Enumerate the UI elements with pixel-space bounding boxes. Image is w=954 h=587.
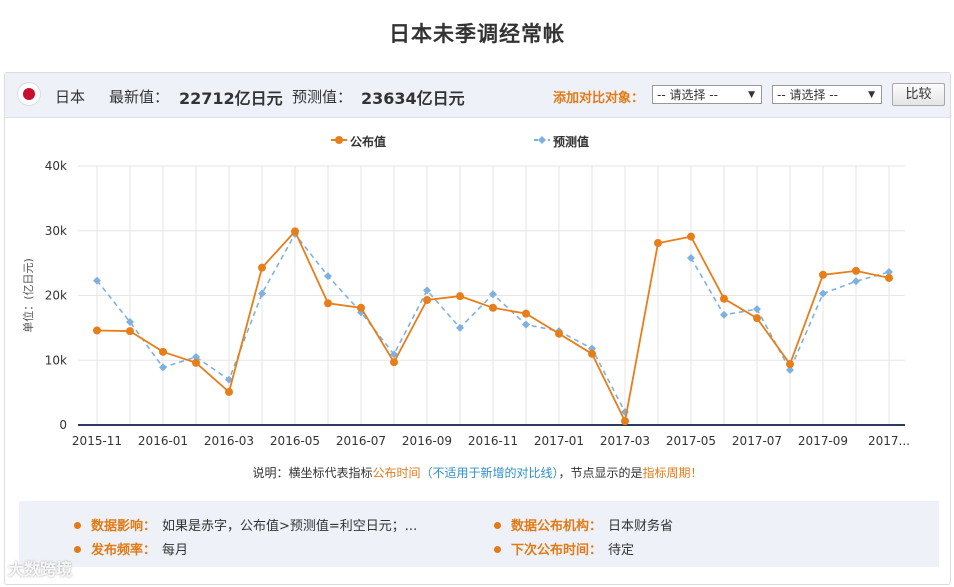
- published-point: [852, 266, 860, 275]
- line-chart: 0 10k 20k 30k 40k 2015-11 2016-01 2016-03 2016-0…: [21, 136, 910, 448]
- x-tick-label: 2017-09: [798, 434, 848, 448]
- published-point: [291, 227, 299, 236]
- published-point: [225, 387, 233, 396]
- published-point: [390, 358, 398, 367]
- forecast-point: [819, 289, 827, 298]
- published-point: [126, 327, 134, 336]
- next-value: 待定: [608, 543, 635, 558]
- forecast-point: [522, 320, 530, 329]
- x-tick-label: 2017-01: [534, 434, 584, 448]
- x-tick-label: 2017-03: [600, 434, 650, 448]
- freq-value: 每月: [162, 543, 189, 558]
- x-tick-label: 2017-07: [732, 434, 782, 448]
- y-tick-label: 10k: [45, 353, 67, 367]
- legend-forecast[interactable]: 预测值: [553, 133, 589, 150]
- forecast-point: [258, 289, 266, 298]
- page-title: 日本未季调经常帐: [389, 22, 565, 46]
- published-point: [555, 329, 563, 338]
- published-point: [522, 309, 530, 318]
- y-tick-label: 0: [59, 418, 67, 432]
- note-period: 指标周期: [642, 466, 691, 480]
- info-next-release: 下次公布时间： 待定: [494, 539, 634, 558]
- y-tick-label: 20k: [45, 289, 67, 303]
- published-point: [456, 292, 464, 301]
- published-point: [654, 239, 662, 248]
- published-point: [192, 358, 200, 367]
- info-org: 数据公布机构： 日本财务省: [494, 515, 673, 534]
- published-point: [588, 349, 596, 358]
- impact-value: 如果是赤字，公布值>预测值=利空日元；...: [162, 519, 418, 534]
- info-impact: 数据影响： 如果是赤字，公布值>预测值=利空日元；...: [74, 515, 417, 534]
- published-point: [258, 263, 266, 272]
- bullet-icon: [74, 522, 81, 529]
- x-tick-label: 2016-09: [402, 434, 452, 448]
- watermark: 大数跨境: [8, 560, 73, 579]
- chart-note: 说明：横坐标代表指标公布时间（不适用于新增的对比线），节点显示的是指标周期！: [5, 464, 950, 481]
- x-tick-label: 2016-11: [468, 434, 518, 448]
- info-frequency: 发布频率： 每月: [74, 539, 188, 558]
- forecast-point: [159, 363, 167, 372]
- published-point: [885, 273, 893, 282]
- bullet-icon: [74, 546, 81, 553]
- published-point: [687, 232, 695, 241]
- x-tick-label: 2015-11: [72, 434, 122, 448]
- x-tick-label: 2016-05: [270, 434, 320, 448]
- forecast-point: [456, 323, 464, 332]
- x-tick-label: 2017...: [868, 434, 910, 448]
- published-point: [786, 360, 794, 369]
- note-suffix: ！: [690, 466, 703, 480]
- x-tick-label: 2016-07: [336, 434, 386, 448]
- indicator-info: 数据影响： 如果是赤字，公布值>预测值=利空日元；... 数据公布机构： 日本财务省…: [19, 501, 939, 567]
- note-time: 公布时间: [372, 466, 421, 480]
- forecast-point: [720, 310, 728, 319]
- published-point: [93, 326, 101, 335]
- org-label: 数据公布机构：: [511, 519, 603, 534]
- published-point: [159, 347, 167, 356]
- published-point: [753, 314, 761, 323]
- forecast-point: [852, 277, 860, 286]
- legend-published-marker: [335, 136, 343, 144]
- legend-forecast-marker: [538, 136, 546, 144]
- freq-label: 发布频率：: [91, 543, 157, 558]
- published-point: [324, 299, 332, 308]
- forecast-point: [489, 290, 497, 299]
- x-tick-label: 2017-05: [666, 434, 716, 448]
- note-middle: ，节点显示的是: [558, 466, 643, 480]
- bullet-icon: [494, 546, 501, 553]
- published-point: [489, 303, 497, 312]
- x-tick-label: 2016-01: [138, 434, 188, 448]
- forecast-point: [753, 305, 761, 314]
- published-point: [621, 417, 629, 426]
- forecast-point: [687, 253, 695, 262]
- y-axis-title: 单位：(亿日元): [21, 258, 35, 333]
- published-point: [423, 296, 431, 305]
- org-value: 日本财务省: [608, 519, 674, 534]
- note-prefix: 说明：横坐标代表指标: [252, 466, 373, 480]
- y-tick-label: 40k: [45, 159, 67, 173]
- published-point: [357, 303, 365, 312]
- note-paren: （不适用于新增的对比线）: [420, 466, 559, 480]
- indicator-panel: 日本 最新值： 22712亿日元 预测值： 23634亿日元 添加对比对象： -…: [4, 72, 951, 585]
- legend-published[interactable]: 公布值: [350, 133, 386, 150]
- x-tick-label: 2016-03: [204, 434, 254, 448]
- next-label: 下次公布时间：: [511, 543, 603, 558]
- bullet-icon: [494, 522, 501, 529]
- published-point: [819, 270, 827, 279]
- impact-label: 数据影响：: [91, 519, 157, 534]
- y-tick-label: 30k: [45, 224, 67, 238]
- forecast-point: [324, 272, 332, 281]
- published-point: [720, 294, 728, 303]
